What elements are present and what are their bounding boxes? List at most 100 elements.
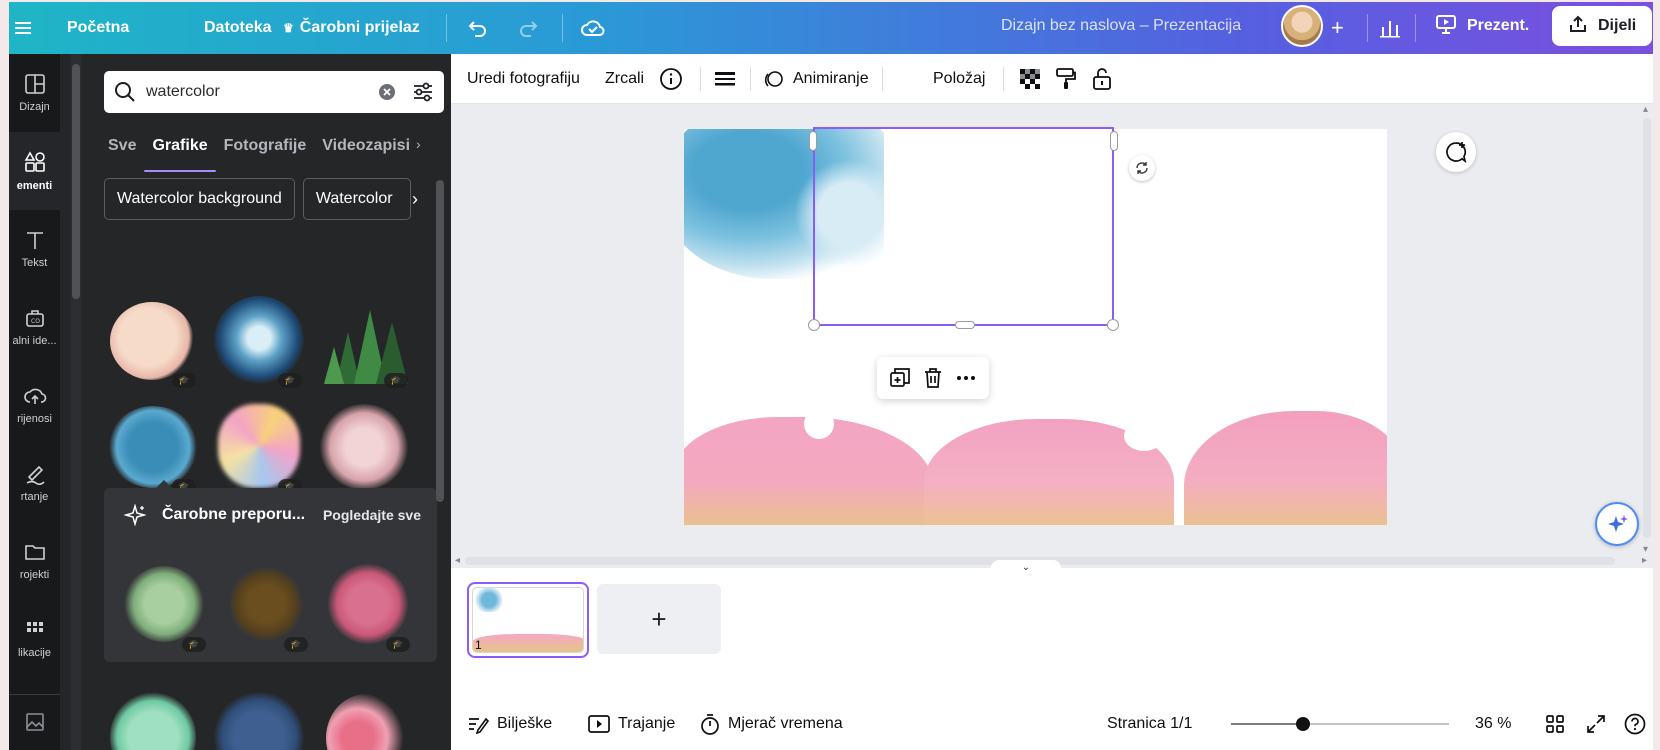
rotate-icon[interactable] <box>1129 155 1155 181</box>
graphic-blue-watercolor[interactable]: 🎓 <box>104 398 200 494</box>
zoom-slider-knob[interactable] <box>1295 717 1310 731</box>
rail-item-brand[interactable]: CO alni ide... <box>9 288 60 366</box>
grid-view-icon[interactable] <box>1545 698 1565 750</box>
graphic-green-splash[interactable]: 🎓 <box>118 560 210 652</box>
border-style-icon[interactable] <box>714 54 736 104</box>
duplicate-icon[interactable] <box>889 367 911 389</box>
edit-photo-button[interactable]: Uredi fotografiju <box>467 54 580 104</box>
scroll-up-icon[interactable]: ▴ <box>1643 104 1648 115</box>
search-input[interactable] <box>146 83 366 101</box>
zoom-level[interactable]: 36 % <box>1475 698 1511 750</box>
scroll-thumb[interactable] <box>72 64 80 299</box>
graphic-peach-watercolor[interactable]: 🎓 <box>104 292 200 388</box>
share-button[interactable]: Dijeli <box>1552 6 1653 46</box>
scroll-left-icon[interactable]: ◂ <box>455 555 460 566</box>
fullscreen-icon[interactable] <box>1586 698 1606 750</box>
slide-page[interactable] <box>684 127 1387 525</box>
cloud-saved-icon[interactable] <box>580 2 606 54</box>
timer-button[interactable]: Mjerač vremena <box>700 698 843 750</box>
divider <box>446 14 447 42</box>
design-title[interactable]: Dizajn bez naslova – Prezentacija <box>1001 2 1241 50</box>
divider <box>562 14 563 42</box>
vertical-scrollbar[interactable]: ▴ ▾ <box>1641 104 1653 568</box>
lock-icon[interactable] <box>1091 54 1113 104</box>
image-icon <box>25 713 44 731</box>
graphic-cherry-blossom[interactable] <box>316 678 412 750</box>
tab-videos[interactable]: Videozapisi <box>314 128 418 164</box>
graphic-dark-blue-watercolor[interactable] <box>210 678 306 750</box>
home-button[interactable]: Početna <box>67 2 129 54</box>
notes-button[interactable]: Bilješke <box>467 698 552 750</box>
add-collaborator-icon[interactable]: + <box>1331 2 1344 54</box>
resize-handle[interactable] <box>1107 319 1119 331</box>
scroll-thumb[interactable] <box>1643 118 1651 538</box>
magic-switch-button[interactable]: ♛ Čarobni prijelaz <box>283 2 420 54</box>
add-comment-icon[interactable] <box>1436 132 1476 172</box>
analytics-icon[interactable] <box>1379 2 1401 54</box>
filter-icon[interactable] <box>412 81 434 103</box>
divider <box>1003 67 1004 91</box>
search-box[interactable] <box>104 71 444 113</box>
graphic-pastel-rainbow[interactable]: 🎓 <box>210 398 306 494</box>
add-page-button[interactable]: + <box>597 584 721 654</box>
graphic-pink-cloud[interactable] <box>316 398 412 494</box>
resize-handle[interactable] <box>809 131 817 151</box>
rail-label: rojekti <box>19 569 50 581</box>
copy-style-icon[interactable] <box>1055 54 1077 104</box>
rail-item-text[interactable]: Tekst <box>9 210 60 288</box>
rail-item-elements[interactable]: ementi <box>9 132 60 210</box>
avatar[interactable] <box>1281 5 1323 47</box>
tab-all[interactable]: Sve <box>100 128 144 164</box>
text-icon <box>26 232 43 249</box>
flip-button[interactable]: Zrcali <box>605 54 644 104</box>
layout-icon <box>24 74 45 94</box>
chevron-right-icon[interactable]: › <box>416 136 421 152</box>
pink-splash-border[interactable] <box>684 409 1387 525</box>
rail-item-draw[interactable]: rtanje <box>9 444 60 522</box>
resize-handle[interactable] <box>955 321 975 329</box>
selection-frame[interactable] <box>808 127 1119 331</box>
menu-icon[interactable] <box>13 2 33 54</box>
scroll-down-icon[interactable]: ▾ <box>1643 544 1648 555</box>
rail-item-photos[interactable] <box>9 694 60 750</box>
zoom-slider[interactable] <box>1231 717 1449 731</box>
present-button[interactable]: Prezent. <box>1423 6 1541 46</box>
rail-item-design[interactable]: Dizajn <box>9 54 60 132</box>
magic-header: Čarobne preporu... Pogledajte sve <box>124 504 421 526</box>
graphic-brown-splash[interactable]: 🎓 <box>220 560 312 652</box>
magic-assistant-icon[interactable] <box>1595 502 1639 546</box>
graphic-mint-watercolor[interactable] <box>104 678 200 750</box>
duration-button[interactable]: Trajanje <box>588 698 675 750</box>
chevron-down-icon[interactable]: ⌄ <box>991 560 1061 574</box>
rail-item-uploads[interactable]: rijenosi <box>9 366 60 444</box>
chip-watercolor[interactable]: Watercolor <box>302 178 411 220</box>
see-all-link[interactable]: Pogledajte sve <box>323 507 421 523</box>
undo-icon[interactable] <box>467 2 489 54</box>
tab-graphics[interactable]: Grafike <box>144 128 216 172</box>
page-indicator[interactable]: Stranica 1/1 <box>1107 698 1192 750</box>
resize-handle[interactable] <box>1110 131 1118 151</box>
page-thumbnail[interactable]: 1 <box>467 582 589 658</box>
info-icon[interactable] <box>659 54 683 104</box>
tab-photos[interactable]: Fotografije <box>216 128 315 164</box>
more-options-icon[interactable] <box>955 367 977 389</box>
graphic-pine-trees[interactable]: 🎓 <box>316 292 412 388</box>
animate-button[interactable]: Animiranje <box>763 54 869 104</box>
chevron-right-icon[interactable]: › <box>412 189 418 210</box>
graphic-pink-splash[interactable]: 🎓 <box>322 560 414 652</box>
redo-icon[interactable] <box>517 2 539 54</box>
rail-scrollbar[interactable] <box>71 54 81 750</box>
panel-scrollbar[interactable] <box>435 162 445 750</box>
clear-icon[interactable] <box>378 83 396 101</box>
rail-item-apps[interactable]: likacije <box>9 600 60 678</box>
help-icon[interactable] <box>1624 698 1646 750</box>
trash-icon[interactable] <box>922 367 944 389</box>
file-menu-button[interactable]: Datoteka <box>204 2 272 54</box>
resize-handle[interactable] <box>808 319 820 331</box>
scroll-thumb[interactable] <box>436 180 444 502</box>
position-button[interactable]: Položaj <box>933 54 985 104</box>
rail-item-projects[interactable]: rojekti <box>9 522 60 600</box>
graphic-navy-watercolor[interactable]: 🎓 <box>210 292 306 388</box>
chip-watercolor-background[interactable]: Watercolor background <box>104 178 295 220</box>
transparency-icon[interactable] <box>1019 54 1041 104</box>
